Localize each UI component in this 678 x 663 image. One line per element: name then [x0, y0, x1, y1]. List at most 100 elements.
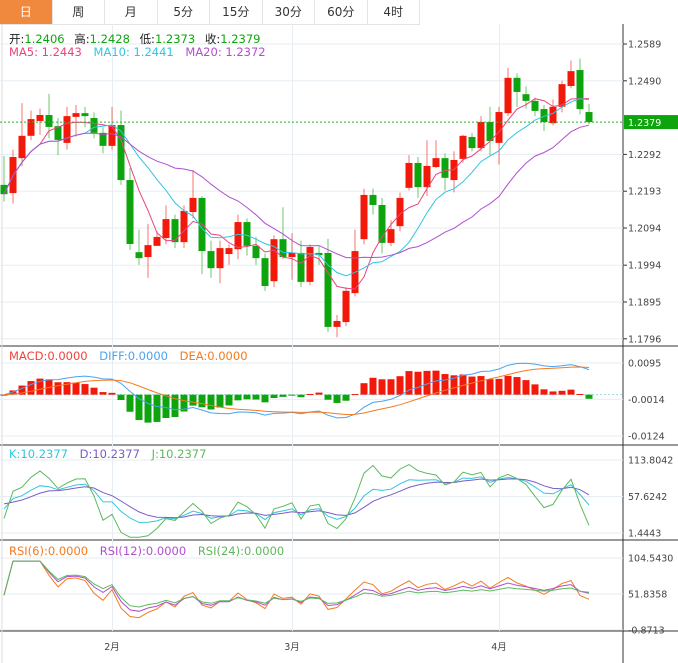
rsi6-value: RSI(6):0.0000: [9, 544, 89, 558]
macd-bar: [234, 394, 242, 401]
kdj-legend: K:10.2377 D:10.2377 J:10.2377: [9, 447, 214, 461]
candle-down: [81, 113, 89, 117]
macd-bar: [189, 394, 197, 406]
macd-bar: [315, 392, 323, 395]
diff-value: DIFF:0.0000: [99, 349, 168, 363]
macd-bar: [153, 394, 161, 422]
candle-up: [288, 252, 296, 258]
macd-bar: [522, 380, 530, 395]
low-value: 1.2373: [154, 32, 196, 46]
candle-up: [549, 106, 557, 124]
ma10-value: MA10: 1.2441: [93, 45, 174, 59]
price-tick-label: 1.2292: [628, 150, 661, 161]
macd-bar: [72, 382, 80, 395]
candle-down: [135, 252, 143, 259]
macd-bar: [324, 394, 332, 400]
macd-bar: [585, 394, 593, 399]
macd-bar: [468, 376, 476, 395]
rsi-tick-label: 104.5430: [628, 554, 673, 565]
macd-bar: [513, 377, 521, 395]
macd-bar: [117, 394, 125, 400]
macd-bar: [270, 394, 278, 399]
macd-bar: [414, 371, 422, 395]
kline-chart-widget: 日 周 月 5分 15分 30分 60分 4时 2月 3月 4月 1.2589 1.24…: [0, 0, 678, 663]
rsi-tick-label: 51.8358: [628, 590, 667, 601]
kdj-tick-label: 1.4443: [628, 528, 661, 539]
candle-down: [522, 94, 530, 101]
macd-tick-label: 0.0095: [628, 359, 661, 370]
candle-down: [261, 258, 269, 287]
high-value: 1.2428: [89, 32, 130, 46]
candle-up: [333, 320, 341, 327]
macd-bar: [396, 376, 404, 395]
macd-bar: [549, 391, 557, 395]
macd-bar: [252, 394, 260, 400]
candle-up: [342, 290, 350, 323]
high-label: 高:: [74, 32, 90, 46]
candle-down: [243, 222, 251, 246]
candle-up: [108, 125, 116, 146]
candle-down: [297, 252, 305, 282]
candle-down: [513, 77, 521, 92]
candle-down: [531, 100, 539, 111]
candle-up: [153, 236, 161, 246]
price-tick-label: 1.2589: [628, 40, 661, 51]
macd-tick-label: -0.0124: [628, 432, 665, 443]
candle-up: [405, 162, 413, 188]
ma5-value: MA5: 1.2443: [9, 45, 82, 59]
macd-bar: [432, 370, 440, 395]
macd-bar: [477, 376, 485, 395]
close-label: 收:: [204, 32, 221, 46]
open-value: 1.2406: [24, 32, 65, 46]
candle-up: [189, 197, 197, 213]
macd-tick-label: -0.0014: [628, 395, 665, 406]
candle-down: [576, 70, 584, 110]
macd-bar: [297, 394, 305, 398]
candle-down: [468, 136, 476, 149]
candle-up: [432, 158, 440, 168]
ma20-value: MA20: 1.2372: [185, 45, 266, 59]
price-tick-label: 1.2193: [628, 187, 661, 198]
price-tick-label: 1.1796: [628, 334, 661, 345]
macd-bar: [378, 379, 386, 395]
macd-bar: [216, 394, 224, 408]
low-label: 低:: [139, 32, 155, 46]
candle-down: [207, 251, 215, 269]
candle-down: [324, 252, 332, 327]
candle-down: [171, 219, 179, 243]
j-value: J:10.2377: [151, 447, 207, 461]
macd-bar: [108, 392, 116, 395]
candle-up: [306, 246, 314, 282]
month-label: 3月: [284, 642, 300, 653]
candle-up: [216, 248, 224, 269]
k-value: K:10.2377: [9, 447, 68, 461]
macd-bar: [288, 394, 296, 396]
macd-bar: [531, 384, 539, 395]
rsi12-line: [3, 560, 590, 612]
candle-up: [144, 245, 152, 258]
macd-bar: [243, 394, 251, 400]
candle-up: [225, 248, 233, 255]
candle-down: [369, 194, 377, 205]
rsi-tick-label: -0.8713: [628, 626, 665, 637]
candle-up: [36, 115, 44, 121]
macd-bar: [279, 394, 287, 397]
j-line: [3, 464, 590, 538]
macd-legend: MACD:0.0000 DIFF:0.0000 DEA:0.0000: [9, 349, 256, 363]
candle-down: [585, 112, 593, 123]
rsi-legend: RSI(6):0.0000 RSI(12):0.0000 RSI(24):0.0…: [9, 544, 292, 558]
rsi24-value: RSI(24):0.0000: [197, 544, 285, 558]
macd-bar: [198, 394, 206, 408]
macd-bar: [576, 394, 584, 396]
candle-down: [90, 117, 98, 133]
candle-down: [126, 180, 134, 244]
chart-canvas[interactable]: 2月 3月 4月 1.2589 1.2490 1.2292 1.2193 1.2094 1.19…: [0, 0, 678, 663]
candle-down: [252, 245, 260, 259]
candle-up: [567, 71, 575, 87]
candle-up: [72, 113, 80, 117]
dea-value: DEA:0.0000: [179, 349, 248, 363]
candle-down: [414, 162, 422, 188]
macd-bar: [207, 394, 215, 410]
macd-bar: [225, 394, 233, 406]
macd-bar: [387, 379, 395, 395]
